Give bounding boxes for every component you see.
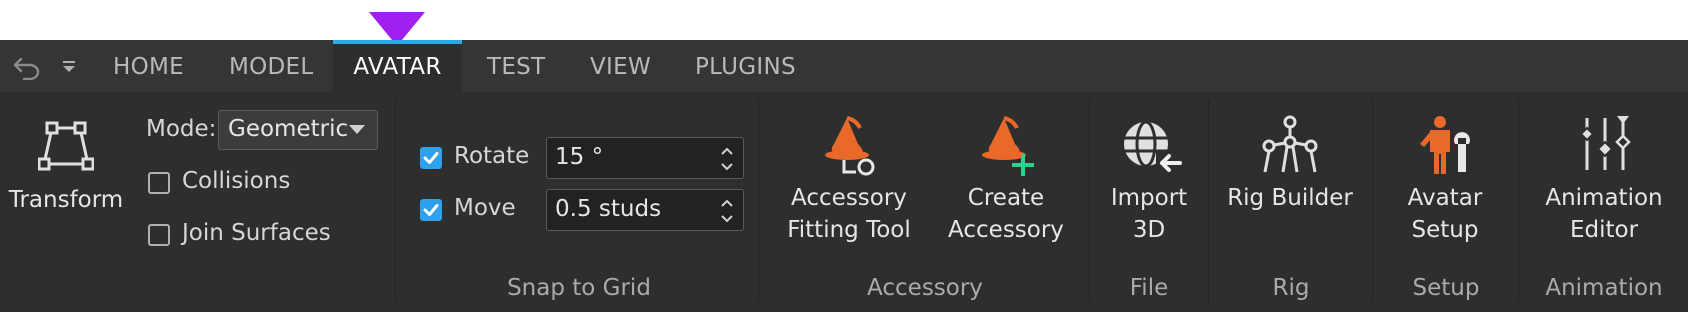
group-separator [1089,100,1090,302]
rig-group-label: Rig [1272,275,1310,301]
tab-plugins[interactable]: PLUGINS [695,40,796,92]
rotate-label: Rotate [454,143,530,169]
create-accessory-line1: Create [967,185,1045,211]
create-accessory-line2: Accessory [948,217,1064,243]
stepper-arrows-icon[interactable] [719,146,735,172]
move-checkbox[interactable] [420,199,442,221]
check-icon [423,204,439,216]
undo-icon[interactable] [12,54,42,80]
mode-value: Geometric [228,116,349,142]
stepper-arrows-icon[interactable] [719,198,735,224]
transform-button[interactable]: Transform [8,120,124,216]
accessory-fitting-tool-icon [825,116,875,176]
accessory-group-label: Accessory [867,275,983,301]
rig-builder-icon [1262,115,1318,173]
rig-builder-label: Rig Builder [1227,185,1353,211]
ribbon-tab-bar: HOME MODEL AVATAR TEST VIEW PLUGINS [0,40,1688,93]
check-icon [423,152,439,164]
rotate-increment-stepper[interactable]: 15 ° [546,137,744,179]
avatar-setup-button[interactable]: Avatar Setup [1384,114,1506,246]
tab-avatar[interactable]: AVATAR [333,40,462,92]
fitting-tool-line1: Accessory [791,185,907,211]
group-separator [758,100,759,302]
animation-editor-line2: Editor [1569,217,1639,243]
avatar-setup-line2: Setup [1411,217,1479,243]
move-increment-stepper[interactable]: 0.5 studs [546,189,744,231]
tab-test[interactable]: TEST [487,40,545,92]
rig-builder-button[interactable]: Rig Builder [1218,114,1362,214]
import-3d-icon [1124,120,1182,174]
tab-model[interactable]: MODEL [229,40,314,92]
mode-label: Mode: [146,116,217,142]
import-3d-button[interactable]: Import 3D [1100,114,1198,246]
group-separator [1518,100,1519,302]
join-surfaces-checkbox[interactable] [148,224,170,246]
move-value: 0.5 studs [555,196,662,222]
transform-icon [38,121,94,171]
join-surfaces-label: Join Surfaces [182,220,331,246]
animation-editor-icon [1579,116,1631,170]
create-accessory-icon [982,116,1034,176]
group-separator [395,100,396,302]
create-accessory-button[interactable]: Create Accessory [944,114,1068,246]
collisions-label: Collisions [182,168,291,194]
group-separator [1372,100,1373,302]
fitting-tool-line2: Fitting Tool [787,217,911,243]
rotate-checkbox[interactable] [420,147,442,169]
animation-editor-line1: Animation [1545,185,1663,211]
chevron-down-icon [349,125,365,134]
accessory-fitting-tool-button[interactable]: Accessory Fitting Tool [774,114,924,246]
tab-home[interactable]: HOME [113,40,184,92]
group-separator [1208,100,1209,302]
avatar-ribbon: Transform Mode: Geometric Collisions Joi… [0,92,1688,312]
rotate-value: 15 ° [555,144,604,170]
chevron-down-icon[interactable] [60,58,78,76]
tab-view[interactable]: VIEW [590,40,651,92]
transform-label: Transform [8,187,124,213]
animation-editor-button[interactable]: Animation Editor [1530,114,1678,246]
file-group-label: File [1129,275,1169,301]
animation-group-label: Animation [1545,275,1663,301]
collisions-checkbox[interactable] [148,172,170,194]
avatar-setup-line1: Avatar [1407,185,1483,211]
move-label: Move [454,195,516,221]
snap-to-grid-group-label: Snap to Grid [507,275,651,301]
import-3d-line1: Import [1110,185,1188,211]
import-3d-line2: 3D [1132,217,1166,243]
mode-dropdown[interactable]: Geometric [218,110,378,150]
setup-group-label: Setup [1412,275,1480,301]
avatar-setup-icon [1420,116,1470,174]
